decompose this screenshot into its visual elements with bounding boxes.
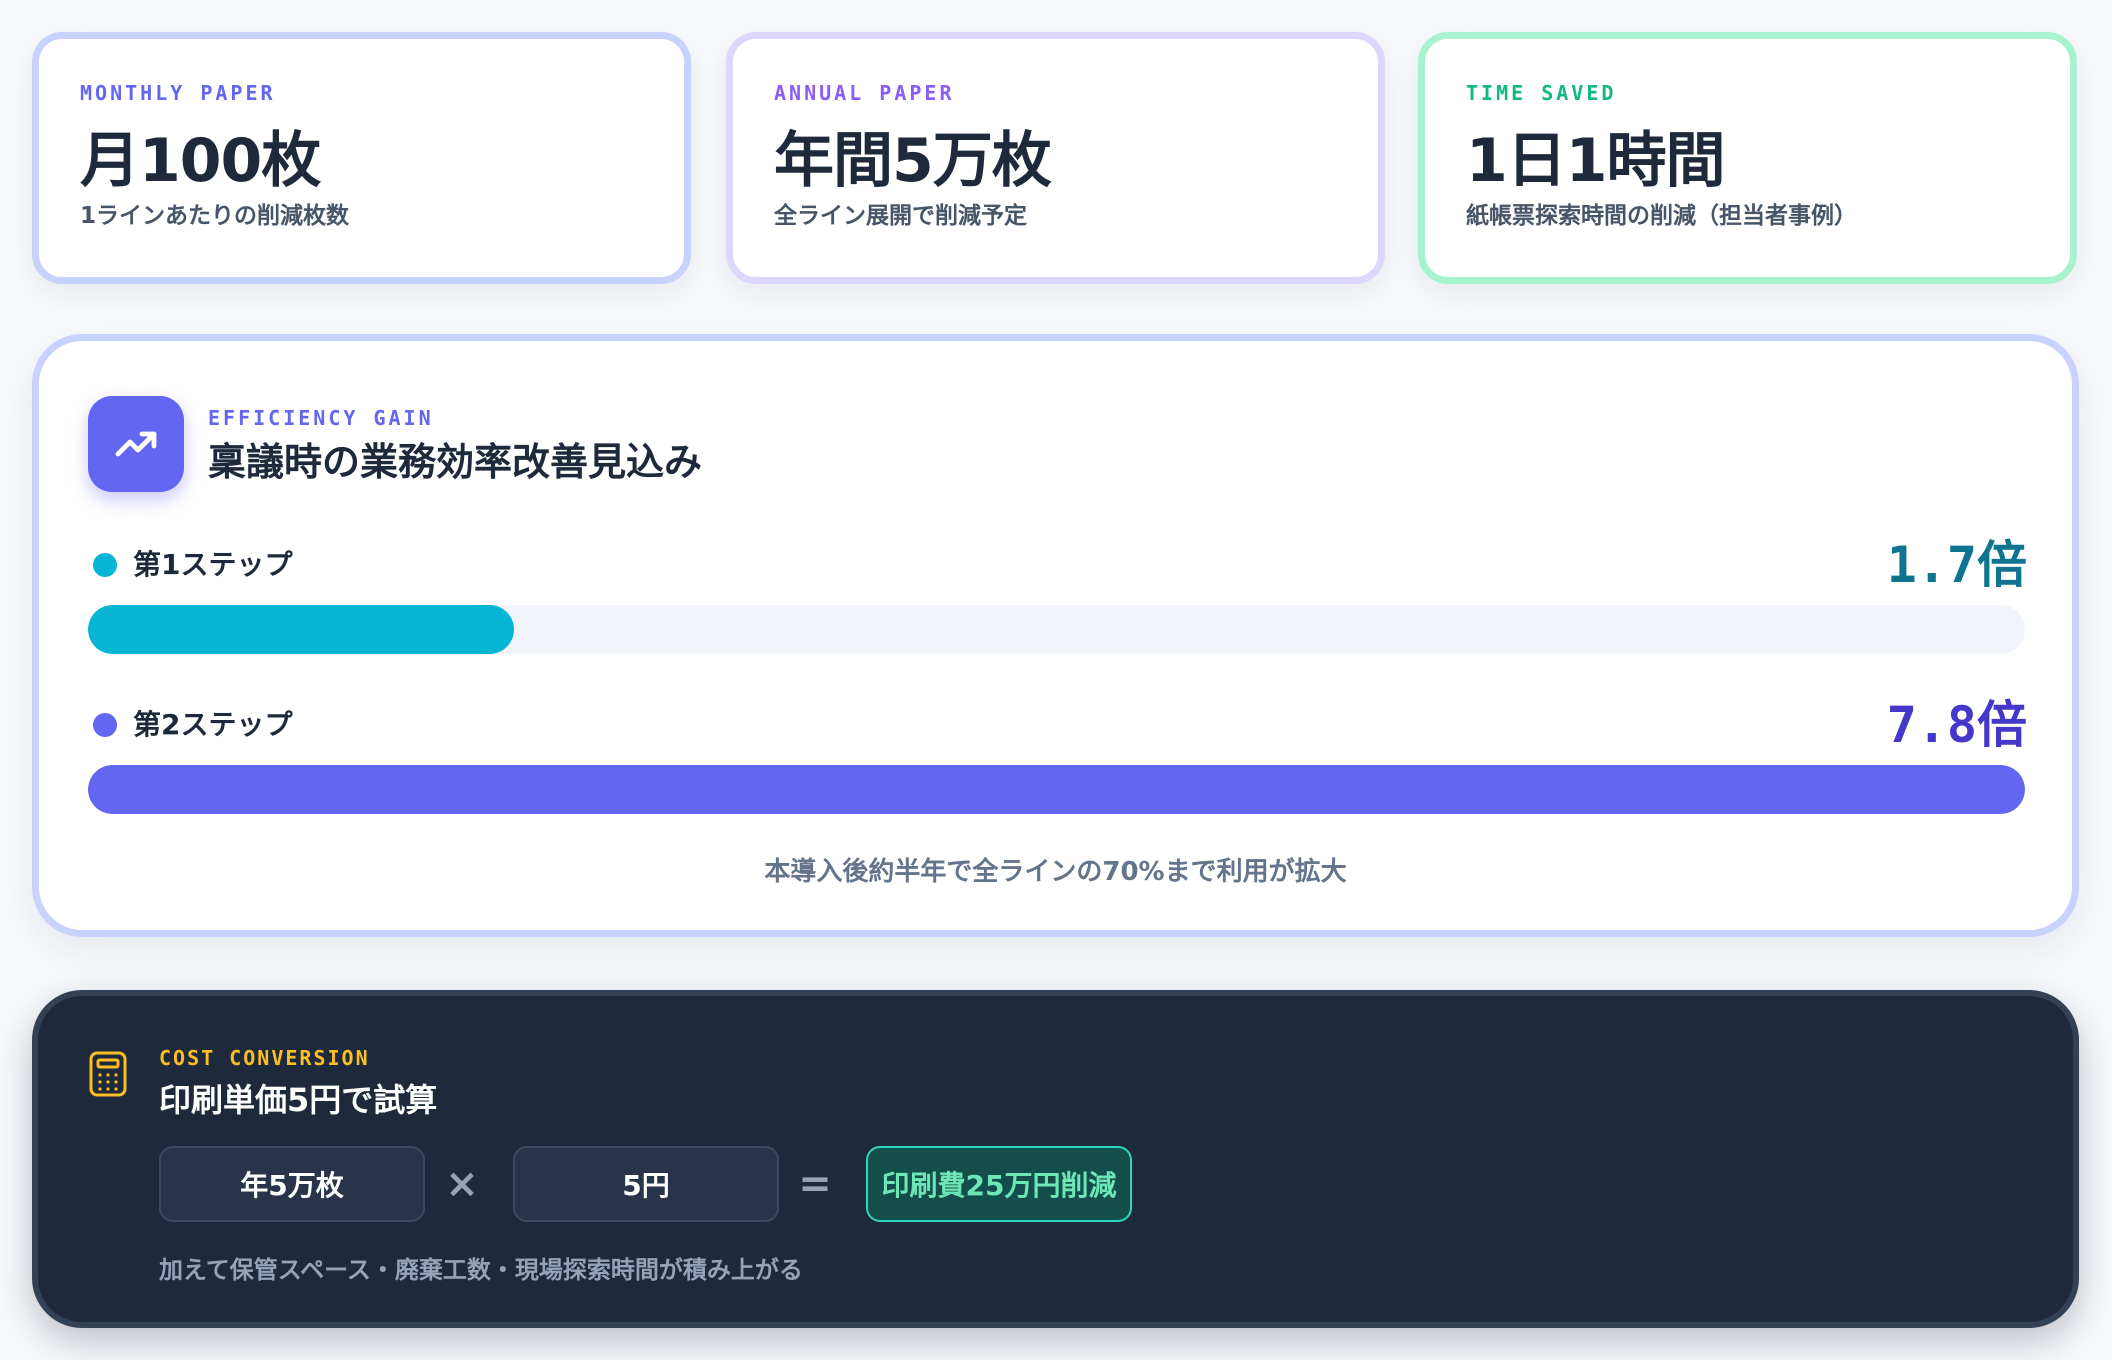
stat-subtext: 1ラインあたりの削減枚数: [80, 203, 350, 229]
stat-value: 月100枚: [80, 126, 321, 196]
step-1-dot: [93, 553, 117, 577]
step-2-progress-track: [88, 765, 2025, 814]
efficiency-note: 本導入後約半年で全ラインの70%まで利用が拡大: [764, 857, 1347, 887]
calculator-icon: [89, 1051, 127, 1097]
step-2-dot: [93, 713, 117, 737]
cost-eyebrow: COST CONVERSION: [159, 1046, 370, 1070]
stat-value: 1日1時間: [1466, 126, 1726, 196]
cost-note: 加えて保管スペース・廃棄工数・現場探索時間が積み上がる: [159, 1256, 803, 1284]
cost-operand-unit-price: 5円: [513, 1146, 779, 1222]
cost-conversion-panel: COST CONVERSION 印刷単価5円で試算 年5万枚 × 5円 = 印刷…: [32, 990, 2079, 1328]
step-1-progress-fill: [88, 605, 515, 654]
step-2-label: 第2ステップ: [133, 708, 293, 741]
efficiency-eyebrow: EFFICIENCY GAIN: [208, 406, 434, 430]
step-1-progress-track: [88, 605, 2025, 654]
stat-card-monthly-paper: MONTHLY PAPER 月100枚 1ラインあたりの削減枚数: [32, 32, 691, 284]
step-1-value: 1.7倍: [1886, 536, 2027, 594]
cost-title: 印刷単価5円で試算: [159, 1081, 438, 1119]
multiply-operator: ×: [445, 1161, 479, 1207]
page: MONTHLY PAPER 月100枚 1ラインあたりの削減枚数 ANNUAL …: [0, 0, 2112, 1360]
cost-operand-sheets: 年5万枚: [159, 1146, 425, 1222]
stat-label: ANNUAL PAPER: [774, 81, 955, 105]
efficiency-panel: EFFICIENCY GAIN 稟議時の業務効率改善見込み 第1ステップ 1.7…: [32, 334, 2079, 937]
stat-card-annual-paper: ANNUAL PAPER 年間5万枚 全ライン展開で削減予定: [726, 32, 1385, 284]
equals-operator: =: [798, 1161, 832, 1207]
stat-value: 年間5万枚: [774, 126, 1052, 196]
stat-label: MONTHLY PAPER: [80, 81, 276, 105]
efficiency-title: 稟議時の業務効率改善見込み: [208, 440, 703, 484]
trending-up-icon: [88, 396, 184, 492]
stat-card-time-saved: TIME SAVED 1日1時間 紙帳票探索時間の削減（担当者事例）: [1418, 32, 2077, 284]
stat-subtext: 紙帳票探索時間の削減（担当者事例）: [1466, 203, 1857, 229]
stat-subtext: 全ライン展開で削減予定: [774, 203, 1027, 229]
step-2-value: 7.8倍: [1886, 696, 2027, 754]
stat-label: TIME SAVED: [1466, 81, 1617, 105]
step-1-label: 第1ステップ: [133, 548, 293, 581]
cost-result: 印刷費25万円削減: [866, 1146, 1132, 1222]
step-2-progress-fill: [88, 765, 2025, 814]
